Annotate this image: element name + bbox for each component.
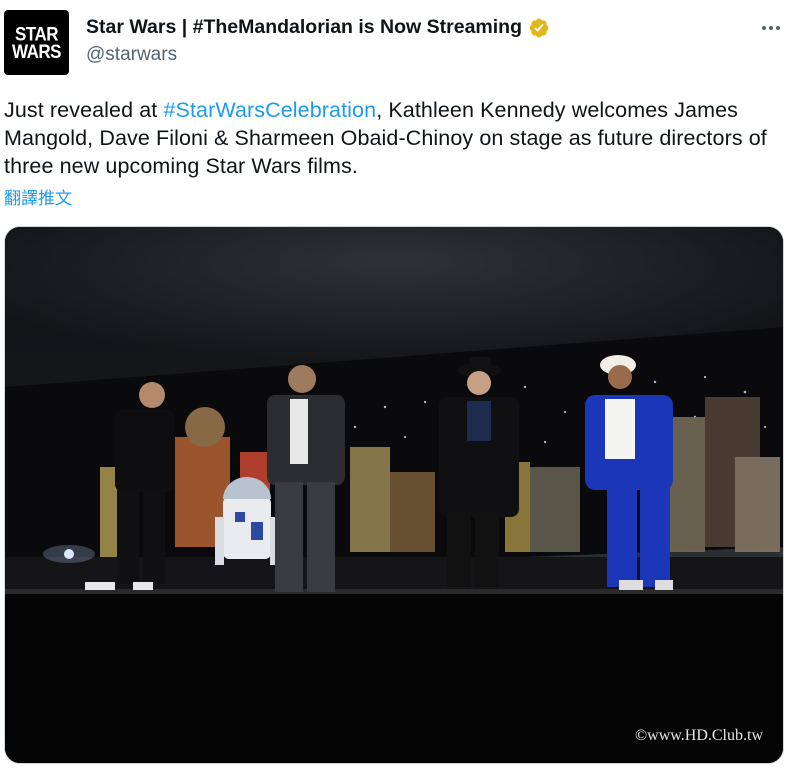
avatar[interactable]: STAR WARS <box>4 10 69 75</box>
hashtag-link[interactable]: #StarWarsCelebration <box>163 98 376 122</box>
tweet-photo[interactable]: ©www.HD.Club.tw <box>4 226 784 764</box>
author-name-row: Star Wars | #TheMandalorian is Now Strea… <box>86 16 550 39</box>
tweet-text: Just revealed at #StarWarsCelebration, K… <box>4 96 774 180</box>
photo-watermark: ©www.HD.Club.tw <box>634 727 763 744</box>
tweet-text-part: Just revealed at <box>4 98 164 122</box>
verified-badge-icon <box>529 18 549 37</box>
more-horizontal-icon <box>762 26 780 30</box>
author-handle[interactable]: @starwars <box>86 44 177 66</box>
translate-tweet-link[interactable]: 翻譯推文 <box>4 184 72 209</box>
stage-photo-illustration <box>5 227 783 763</box>
display-name[interactable]: Star Wars | #TheMandalorian is Now Strea… <box>86 16 522 39</box>
star-wars-logo: STAR WARS <box>12 22 62 63</box>
more-options-button[interactable] <box>758 18 784 38</box>
